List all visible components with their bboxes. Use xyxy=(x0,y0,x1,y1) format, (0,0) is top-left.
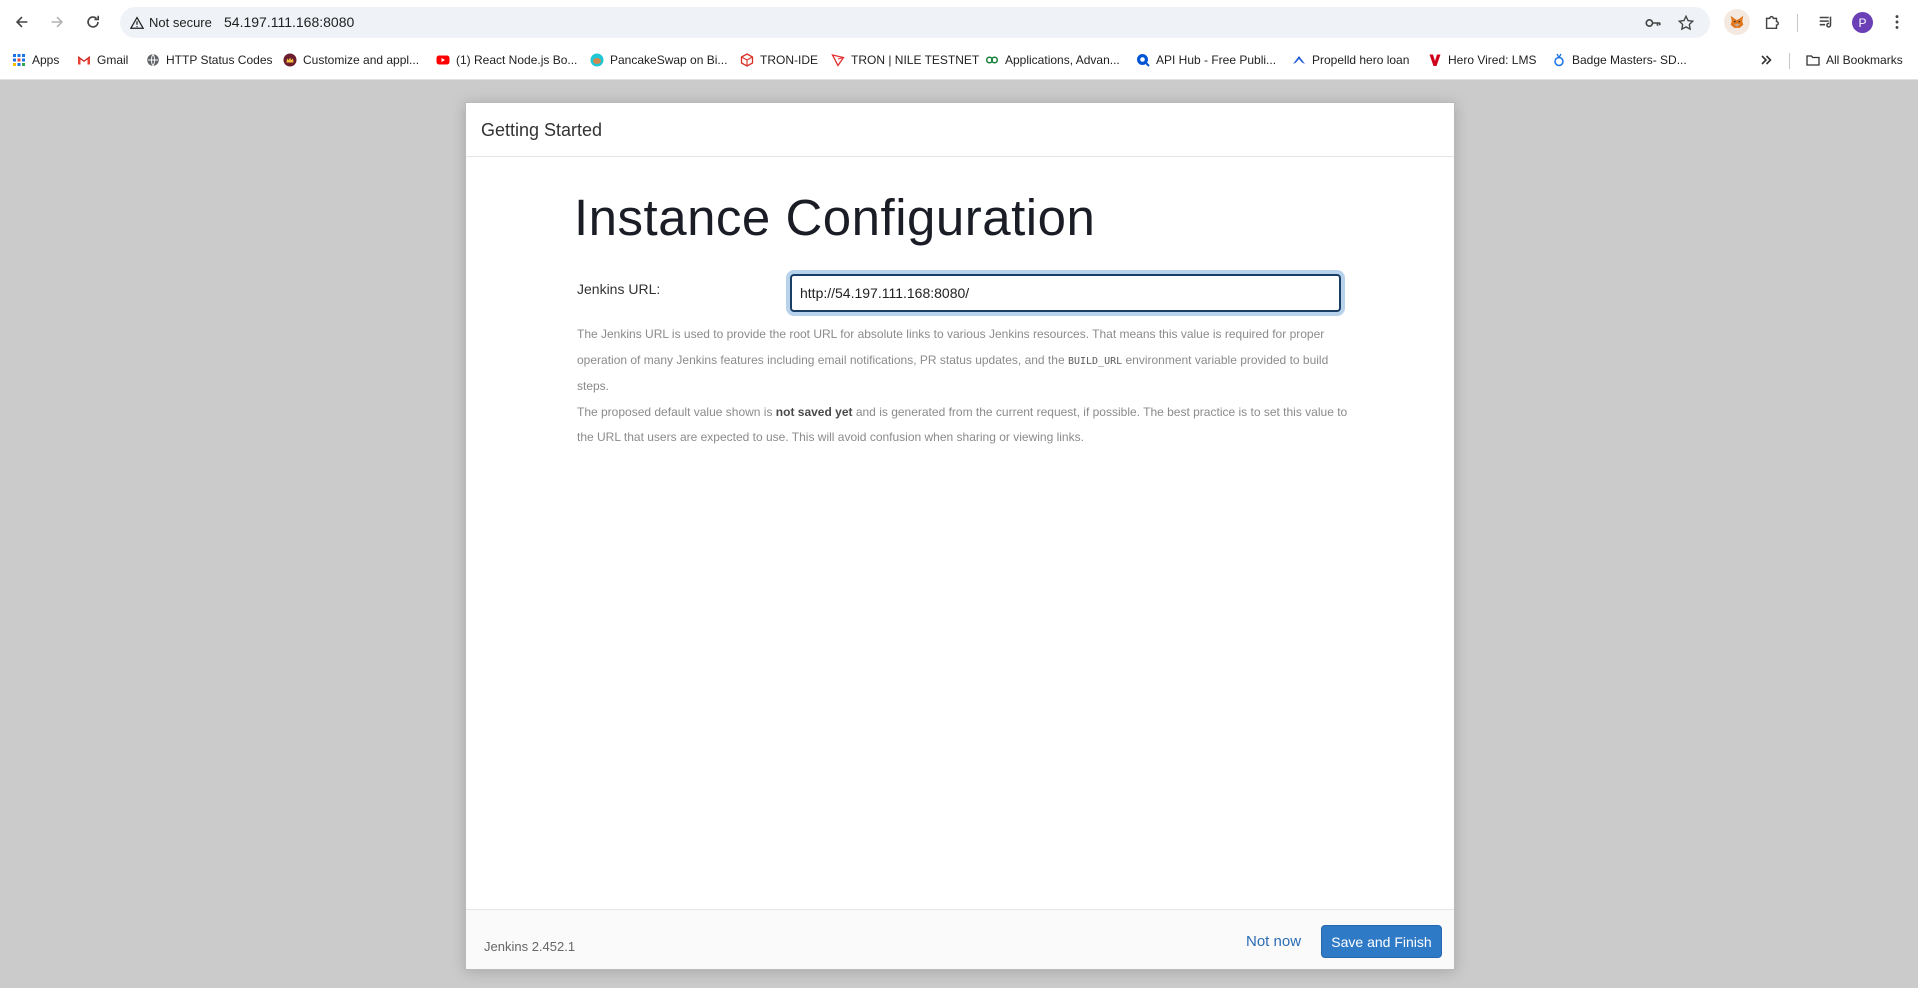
security-chip[interactable]: Not secure xyxy=(130,12,212,33)
forward-button[interactable] xyxy=(45,10,69,34)
bookmark-label: TRON | NILE TESTNET xyxy=(851,53,980,67)
browser-toolbar: Not secure 54.197.111.168:8080 P xyxy=(0,0,1918,44)
address-text[interactable]: 54.197.111.168:8080 xyxy=(224,14,354,30)
propelld-icon xyxy=(1292,53,1306,67)
metamask-extension-button[interactable] xyxy=(1724,9,1750,35)
bookmark-label: HTTP Status Codes xyxy=(166,53,273,67)
puzzle-icon xyxy=(1765,15,1779,30)
arrow-right-icon xyxy=(51,16,64,28)
not-saved-emphasis: not saved yet xyxy=(775,404,853,419)
warning-triangle-icon xyxy=(130,15,144,29)
password-key-button[interactable] xyxy=(1643,13,1663,33)
bookmark-tron-nile[interactable]: TRON | NILE TESTNET xyxy=(831,51,979,69)
bookmark-label: Customize and appl... xyxy=(303,53,420,67)
api-hub-icon xyxy=(1136,53,1150,67)
back-button[interactable] xyxy=(10,10,34,34)
build-url-code: BUILD_URL xyxy=(1067,355,1123,367)
bookmark-label: Badge Masters- SD... xyxy=(1572,53,1687,67)
jenkins-url-help: The Jenkins URL is used to provide the r… xyxy=(577,322,1357,451)
reading-list-button[interactable] xyxy=(1815,11,1837,33)
globe-icon xyxy=(146,53,160,67)
address-bar[interactable]: Not secure 54.197.111.168:8080 xyxy=(120,7,1710,38)
bookmark-propelld[interactable]: Propelld hero loan xyxy=(1292,51,1409,69)
bookmarks-bar: Apps Gmail HTTP Status Codes Customize a… xyxy=(0,48,1918,72)
setup-wizard-dialog: Getting Started Instance Configuration J… xyxy=(465,102,1455,970)
page-title: Instance Configuration xyxy=(574,189,1096,246)
bookmark-api-hub[interactable]: API Hub - Free Publi... xyxy=(1136,51,1276,69)
hero-vired-icon xyxy=(1428,53,1442,67)
toolbar-divider xyxy=(1797,14,1798,32)
jenkins-version: Jenkins 2.452.1 xyxy=(484,939,576,954)
gmail-icon xyxy=(77,53,91,67)
tron-ide-icon xyxy=(740,53,754,67)
bookmark-label: Gmail xyxy=(97,53,129,67)
star-icon xyxy=(1677,14,1695,31)
bookmark-react-node[interactable]: (1) React Node.js Bo... xyxy=(436,51,577,69)
bookmark-label: API Hub - Free Publi... xyxy=(1156,53,1277,67)
folder-icon xyxy=(1806,53,1820,67)
jenkins-url-label: Jenkins URL: xyxy=(577,281,661,297)
kebab-menu-icon xyxy=(1895,15,1899,29)
bookmark-label: Applications, Advan... xyxy=(1005,53,1120,67)
arrow-left-icon xyxy=(15,16,28,28)
bookmark-label: Apps xyxy=(32,53,60,67)
all-bookmarks-button[interactable]: All Bookmarks xyxy=(1806,51,1903,69)
bookmark-label: TRON-IDE xyxy=(760,53,818,67)
pancakeswap-icon xyxy=(590,53,604,67)
bookmark-tron-ide[interactable]: TRON-IDE xyxy=(740,51,818,69)
bookmark-customize[interactable]: Customize and appl... xyxy=(283,51,419,69)
reload-button[interactable] xyxy=(81,10,105,34)
bookmark-label: PancakeSwap on Bi... xyxy=(610,53,728,67)
bookmarks-divider xyxy=(1789,53,1790,69)
badge-icon xyxy=(1552,53,1566,67)
bookmark-label: Hero Vired: LMS xyxy=(1448,53,1537,67)
bookmark-gmail[interactable]: Gmail xyxy=(77,51,128,69)
more-bookmarks-button[interactable] xyxy=(1759,51,1773,69)
extensions-button[interactable] xyxy=(1761,11,1783,33)
crown-icon xyxy=(283,53,297,67)
bookmark-hero-vired[interactable]: Hero Vired: LMS xyxy=(1428,51,1536,69)
help-paragraph-2: The proposed default value shown is not … xyxy=(577,400,1357,451)
profile-avatar[interactable]: P xyxy=(1852,12,1873,33)
jenkins-url-input[interactable] xyxy=(790,274,1341,312)
dialog-header: Getting Started xyxy=(466,103,1454,157)
bookmark-badge-masters[interactable]: Badge Masters- SD... xyxy=(1552,51,1687,69)
help-text: The proposed default value shown is xyxy=(577,404,776,419)
reload-icon xyxy=(87,15,100,28)
dialog-header-title: Getting Started xyxy=(481,120,603,140)
browser-menu-button[interactable] xyxy=(1886,11,1908,33)
bookmark-star-button[interactable] xyxy=(1676,13,1696,33)
media-queue-icon xyxy=(1819,16,1832,28)
bookmark-label: (1) React Node.js Bo... xyxy=(456,53,578,67)
key-icon xyxy=(1645,19,1661,27)
all-bookmarks-label: All Bookmarks xyxy=(1826,53,1903,67)
bookmark-label: Propelld hero loan xyxy=(1312,53,1410,67)
double-chevron-right-icon xyxy=(1759,53,1773,67)
apps-grid-icon xyxy=(12,53,26,67)
bookmark-applications[interactable]: Applications, Advan... xyxy=(985,51,1120,69)
bookmark-http-status[interactable]: HTTP Status Codes xyxy=(146,51,273,69)
security-label: Not secure xyxy=(149,15,212,30)
link-icon xyxy=(985,53,999,67)
help-paragraph-1: The Jenkins URL is used to provide the r… xyxy=(577,322,1357,400)
dialog-footer: Jenkins 2.452.1 Not now Save and Finish xyxy=(466,909,1454,969)
browser-chrome: Not secure 54.197.111.168:8080 P Apps Gm… xyxy=(0,0,1918,80)
youtube-icon xyxy=(436,53,450,67)
bookmark-apps[interactable]: Apps xyxy=(12,51,59,69)
bookmark-pancakeswap[interactable]: PancakeSwap on Bi... xyxy=(590,51,727,69)
not-now-link[interactable]: Not now xyxy=(1246,933,1301,950)
save-and-finish-button[interactable]: Save and Finish xyxy=(1321,925,1442,958)
tron-icon xyxy=(831,53,845,67)
metamask-fox-icon xyxy=(1730,15,1744,28)
